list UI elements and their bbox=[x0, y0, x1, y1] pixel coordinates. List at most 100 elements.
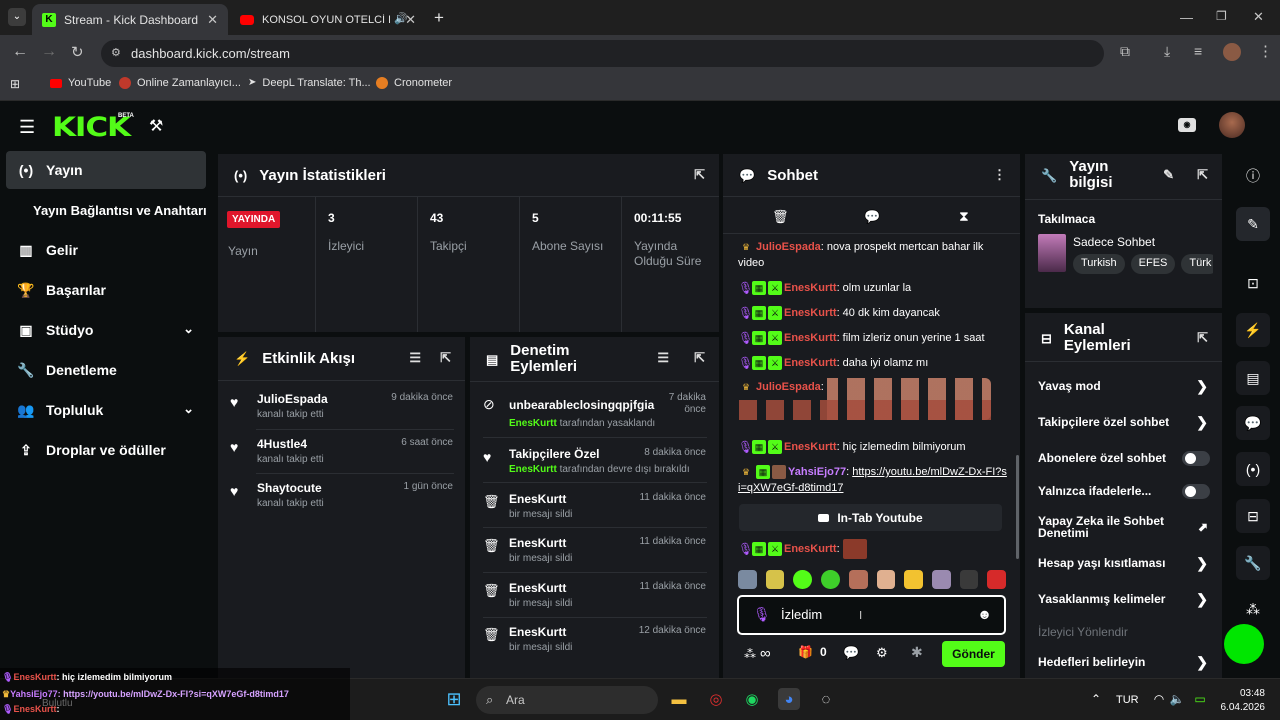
close-icon[interactable]: ✕ bbox=[207, 12, 218, 28]
slow-mode-row[interactable]: Yavaş mod ❯ bbox=[1038, 378, 1210, 394]
trash-icon[interactable]: 🗑 bbox=[772, 209, 789, 225]
chrome-icon[interactable]: ◕ bbox=[778, 688, 800, 710]
new-tab-button[interactable]: + bbox=[434, 8, 444, 28]
sidebar-item-stream-key[interactable]: Yayın Bağlantısı ve Anahtarı bbox=[33, 191, 213, 229]
more-options-icon[interactable]: ⋮ bbox=[993, 167, 1006, 183]
taskbar-search[interactable]: ⌕ Ara bbox=[476, 686, 658, 714]
chat-username[interactable]: EnesKurtt bbox=[784, 543, 837, 555]
address-bar[interactable]: ⚙ dashboard.kick.com/stream bbox=[101, 40, 1104, 67]
subscribers-only-toggle[interactable] bbox=[1182, 450, 1210, 466]
emote-icon[interactable] bbox=[738, 570, 757, 589]
set-goals-row[interactable]: Hedefleri belirleyin ❯ bbox=[1038, 654, 1210, 670]
chat-bubble-icon[interactable]: 💬 bbox=[1236, 406, 1270, 440]
emote-icon[interactable] bbox=[931, 570, 951, 589]
sidebar-item-topluluk[interactable]: 👥 Topluluk ⌄ bbox=[6, 391, 206, 429]
apps-icon[interactable]: ⊞ bbox=[10, 77, 20, 91]
emote-icon[interactable] bbox=[987, 570, 1007, 589]
windows-start-icon[interactable]: ⊞ bbox=[443, 688, 465, 710]
chat-bubble-icon[interactable]: 💬 bbox=[864, 209, 880, 225]
send-button[interactable]: Gönder bbox=[942, 641, 1005, 667]
battery-icon[interactable]: ▭ bbox=[1189, 688, 1211, 710]
chat-bubble-icon[interactable]: 💬 bbox=[843, 645, 859, 661]
bookmark-cronometer[interactable]: Cronometer bbox=[376, 77, 452, 89]
creator-mode-icon[interactable]: ◉ bbox=[1178, 118, 1196, 132]
ai-moderation-row[interactable]: Yapay Zeka ile Sohbet Denetimi ⬈ bbox=[1038, 515, 1210, 539]
chat-username[interactable]: EnesKurtt bbox=[784, 332, 837, 344]
banned-words-row[interactable]: Yasaklanmış kelimeler ❯ bbox=[1038, 591, 1210, 607]
popout-icon[interactable]: ⇱ bbox=[694, 350, 705, 366]
sidebar-item-yayin[interactable]: (•) Yayın bbox=[6, 151, 206, 189]
minimize-button[interactable]: — bbox=[1180, 10, 1193, 25]
user-avatar[interactable] bbox=[1219, 112, 1245, 138]
language-indicator[interactable]: TUR bbox=[1116, 694, 1139, 706]
spotify-icon[interactable]: ◉ bbox=[741, 688, 763, 710]
emote-icon[interactable] bbox=[793, 570, 813, 589]
account-age-row[interactable]: Hesap yaşı kısıtlaması ❯ bbox=[1038, 555, 1210, 571]
sidebar-item-studyo[interactable]: ▣ Stüdyo ⌄ bbox=[6, 311, 206, 349]
site-info-icon[interactable]: ⚙ bbox=[111, 46, 121, 59]
emote-icon[interactable] bbox=[848, 570, 868, 589]
app-icon[interactable]: ◎ bbox=[705, 688, 727, 710]
bookmark-timer[interactable]: Online Zamanlayıcı... bbox=[119, 77, 241, 89]
emote-icon[interactable] bbox=[904, 570, 923, 589]
broadcast-icon[interactable]: (•) bbox=[1236, 452, 1270, 486]
popout-icon[interactable]: ⇱ bbox=[440, 350, 451, 366]
points-icon[interactable]: ⁂ bbox=[1236, 592, 1270, 626]
maximize-button[interactable]: ❐ bbox=[1216, 9, 1227, 23]
close-icon[interactable]: ✕ bbox=[405, 12, 416, 28]
edit-pencil-icon[interactable]: ✎ bbox=[1163, 167, 1174, 183]
chevron-up-icon[interactable]: ⌃ bbox=[1085, 688, 1107, 710]
chat-input[interactable]: 🎙 İzledim Ⅰ ☻ bbox=[737, 595, 1006, 635]
channel-actions-icon[interactable]: ⊟ bbox=[1236, 499, 1270, 533]
document-icon[interactable]: ▤ bbox=[1236, 361, 1270, 395]
popout-icon[interactable]: ⇱ bbox=[694, 167, 705, 183]
tag-chip[interactable]: Türk bbox=[1181, 254, 1213, 274]
emoji-icon[interactable]: ☻ bbox=[977, 606, 992, 622]
chat-username[interactable]: YahsiEjo77 bbox=[788, 466, 846, 478]
tab-kick-dashboard[interactable]: K Stream - Kick Dashboard ✕ bbox=[32, 4, 228, 35]
followers-only-row[interactable]: Takipçilere özel sohbet ❯ bbox=[1038, 414, 1210, 430]
emote-icon[interactable] bbox=[876, 570, 896, 589]
scan-icon[interactable]: ⊡ bbox=[1236, 266, 1270, 300]
hammer-icon[interactable]: ⚒ bbox=[149, 116, 163, 136]
tab-youtube[interactable]: KONSOL OYUN OTELCİ KAV 🔊 ✕ bbox=[230, 4, 426, 35]
filter-icon[interactable]: ☰ bbox=[657, 350, 669, 366]
popout-icon[interactable]: ⇱ bbox=[1197, 330, 1208, 346]
category-name[interactable]: Sadece Sohbet bbox=[1073, 235, 1155, 249]
chat-username[interactable]: EnesKurtt bbox=[784, 357, 837, 369]
emote-icon[interactable] bbox=[821, 570, 840, 589]
hourglass-icon[interactable]: ⧗ bbox=[959, 208, 969, 225]
forward-arrow-icon[interactable]: → bbox=[41, 43, 57, 61]
hamburger-menu-icon[interactable]: ☰ bbox=[19, 117, 35, 138]
tab-search-button[interactable]: ⌄ bbox=[8, 8, 26, 26]
back-arrow-icon[interactable]: ← bbox=[12, 43, 28, 61]
chat-username[interactable]: JulioEspada bbox=[756, 381, 821, 393]
category-thumbnail[interactable] bbox=[1038, 234, 1066, 272]
lightning-icon[interactable]: ⚡ bbox=[1236, 313, 1270, 347]
bookmark-deepl[interactable]: ➤ DeepL Translate: Th... bbox=[248, 77, 371, 89]
emote-icon[interactable] bbox=[765, 570, 785, 589]
sidebar-item-basarilar[interactable]: 🏆 Başarılar bbox=[6, 271, 206, 309]
viewer-points[interactable]: ⁂ ∞ bbox=[744, 645, 771, 662]
window-close-button[interactable]: ✕ bbox=[1253, 9, 1264, 25]
sidebar-item-denetleme[interactable]: 🔧 Denetleme bbox=[6, 351, 206, 389]
obs-icon[interactable]: ◌ bbox=[815, 688, 837, 710]
extensions-icon[interactable]: ⧉ bbox=[1120, 43, 1130, 60]
emotes-only-toggle[interactable] bbox=[1182, 483, 1210, 499]
reload-icon[interactable]: ↻ bbox=[71, 43, 84, 61]
info-icon[interactable]: ⓘ bbox=[1236, 159, 1270, 193]
sidebar-item-gelir[interactable]: ▥ Gelir bbox=[6, 231, 206, 269]
volume-icon[interactable]: 🔈 bbox=[1166, 688, 1188, 710]
file-explorer-icon[interactable]: ▬ bbox=[668, 688, 690, 710]
chat-username[interactable]: EnesKurtt bbox=[784, 282, 837, 294]
popout-icon[interactable]: ⇱ bbox=[1197, 167, 1208, 183]
chat-username[interactable]: EnesKurtt bbox=[784, 441, 837, 453]
gear-icon[interactable]: ⚙ bbox=[876, 645, 888, 661]
media-control-icon[interactable]: ≡ bbox=[1194, 43, 1202, 59]
menu-icon[interactable]: ⋮ bbox=[1258, 42, 1273, 60]
wrench-icon[interactable]: 🔧 bbox=[1236, 546, 1270, 580]
filter-icon[interactable]: ☰ bbox=[409, 350, 421, 366]
bookmark-youtube[interactable]: YouTube bbox=[50, 77, 111, 89]
chat-username[interactable]: EnesKurtt bbox=[784, 307, 837, 319]
chat-username[interactable]: JulioEspada bbox=[756, 241, 821, 253]
